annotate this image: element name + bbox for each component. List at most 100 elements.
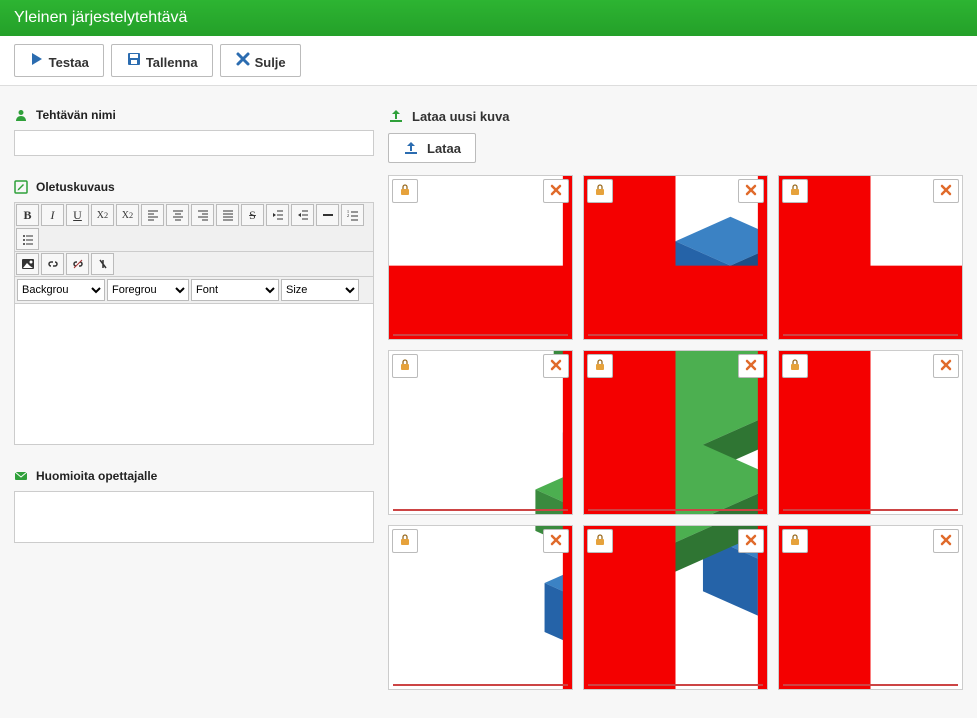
- description-label: Oletuskuvaus: [14, 180, 374, 194]
- lock-icon: [594, 184, 606, 199]
- rte-strike-button[interactable]: S: [241, 204, 264, 226]
- tile-underline: [588, 684, 763, 686]
- tile[interactable]: [583, 525, 768, 690]
- save-button-label: Tallenna: [146, 55, 198, 70]
- tile-lock-button[interactable]: [392, 529, 418, 553]
- user-icon: [14, 108, 28, 122]
- lock-icon: [399, 359, 411, 374]
- tile-lock-button[interactable]: [782, 179, 808, 203]
- tile-delete-button[interactable]: [933, 354, 959, 378]
- test-button-label: Testaa: [49, 55, 89, 70]
- delete-icon: [745, 534, 757, 549]
- rte-indent-button[interactable]: [291, 204, 314, 226]
- tile-lock-button[interactable]: [782, 354, 808, 378]
- tile-delete-button[interactable]: [543, 529, 569, 553]
- description-label-text: Oletuskuvaus: [36, 180, 115, 194]
- rte-align-left-button[interactable]: [141, 204, 164, 226]
- rte-unlink-button[interactable]: [66, 253, 89, 275]
- tile-toolbar: [782, 529, 959, 553]
- teacher-notes-block: Huomioita opettajalle: [14, 469, 374, 546]
- tile-underline: [393, 509, 568, 511]
- right-panel: Lataa uusi kuva Lataa: [388, 108, 963, 690]
- tile-toolbar: [587, 529, 764, 553]
- tile[interactable]: [778, 175, 963, 340]
- rte-image-button[interactable]: [16, 253, 39, 275]
- tile-toolbar: [392, 529, 569, 553]
- test-button[interactable]: Testaa: [14, 44, 104, 77]
- tile-underline: [783, 334, 958, 336]
- rte-clear-button[interactable]: [91, 253, 114, 275]
- tile-lock-button[interactable]: [392, 354, 418, 378]
- tile-delete-button[interactable]: [543, 354, 569, 378]
- tile-delete-button[interactable]: [738, 354, 764, 378]
- tile-lock-button[interactable]: [392, 179, 418, 203]
- rte-align-center-button[interactable]: [166, 204, 189, 226]
- tile-underline: [393, 684, 568, 686]
- rte-content-area[interactable]: [15, 304, 373, 444]
- teacher-notes-input[interactable]: [14, 491, 374, 543]
- rte-background-select[interactable]: Backgrou: [17, 279, 105, 301]
- rte-font-select[interactable]: Font: [191, 279, 279, 301]
- tile-lock-button[interactable]: [782, 529, 808, 553]
- tile-delete-button[interactable]: [738, 529, 764, 553]
- rte-underline-button[interactable]: U: [66, 204, 89, 226]
- rte-bold-button[interactable]: B: [16, 204, 39, 226]
- rte-foreground-select[interactable]: Foregrou: [107, 279, 189, 301]
- upload-button[interactable]: Lataa: [388, 133, 476, 163]
- close-icon: [235, 51, 251, 67]
- tile[interactable]: [583, 350, 768, 515]
- tile-lock-button[interactable]: [587, 179, 613, 203]
- rte-size-select[interactable]: Size: [281, 279, 359, 301]
- task-name-block: Tehtävän nimi: [14, 108, 374, 156]
- tile-delete-button[interactable]: [933, 529, 959, 553]
- mail-icon: [14, 469, 28, 483]
- close-button[interactable]: Sulje: [220, 44, 301, 77]
- rte-align-right-button[interactable]: [191, 204, 214, 226]
- rte-italic-button[interactable]: I: [41, 204, 64, 226]
- left-panel: Tehtävän nimi Oletuskuvaus B I U X2 X2: [14, 108, 374, 570]
- save-button[interactable]: Tallenna: [111, 44, 212, 77]
- lock-icon: [789, 184, 801, 199]
- play-icon: [29, 51, 45, 67]
- tile[interactable]: [778, 525, 963, 690]
- tile-toolbar: [587, 179, 764, 203]
- tile-delete-button[interactable]: [933, 179, 959, 203]
- tile[interactable]: [388, 175, 573, 340]
- rte-subscript-button[interactable]: X2: [91, 204, 114, 226]
- rte-ol-button[interactable]: 12: [341, 204, 364, 226]
- task-name-input[interactable]: [14, 130, 374, 156]
- tile-lock-button[interactable]: [587, 529, 613, 553]
- rte-ul-button[interactable]: [16, 228, 39, 250]
- rte-link-button[interactable]: [41, 253, 64, 275]
- delete-icon: [550, 359, 562, 374]
- tile[interactable]: [388, 350, 573, 515]
- rte-toolbar-row-2: [15, 252, 373, 277]
- delete-icon: [940, 184, 952, 199]
- tile-delete-button[interactable]: [738, 179, 764, 203]
- rte-outdent-button[interactable]: [266, 204, 289, 226]
- page-title: Yleinen järjestelytehtävä: [0, 0, 977, 36]
- rte-toolbar-row-1: B I U X2 X2 S 12: [15, 203, 373, 252]
- tile-lock-button[interactable]: [587, 354, 613, 378]
- tile[interactable]: [583, 175, 768, 340]
- rich-text-editor: B I U X2 X2 S 12: [14, 202, 374, 445]
- tile[interactable]: [388, 525, 573, 690]
- delete-icon: [550, 534, 562, 549]
- tile-toolbar: [392, 354, 569, 378]
- rte-superscript-button[interactable]: X2: [116, 204, 139, 226]
- tile-underline: [783, 509, 958, 511]
- delete-icon: [745, 359, 757, 374]
- upload-button-label: Lataa: [427, 141, 461, 156]
- tile-toolbar: [392, 179, 569, 203]
- tile-underline: [783, 684, 958, 686]
- lock-icon: [594, 359, 606, 374]
- tile[interactable]: [778, 350, 963, 515]
- lock-icon: [594, 534, 606, 549]
- tile-toolbar: [782, 354, 959, 378]
- task-name-label: Tehtävän nimi: [14, 108, 374, 122]
- rte-justify-button[interactable]: [216, 204, 239, 226]
- tile-delete-button[interactable]: [543, 179, 569, 203]
- close-button-label: Sulje: [255, 55, 286, 70]
- delete-icon: [940, 534, 952, 549]
- rte-hr-button[interactable]: [316, 204, 339, 226]
